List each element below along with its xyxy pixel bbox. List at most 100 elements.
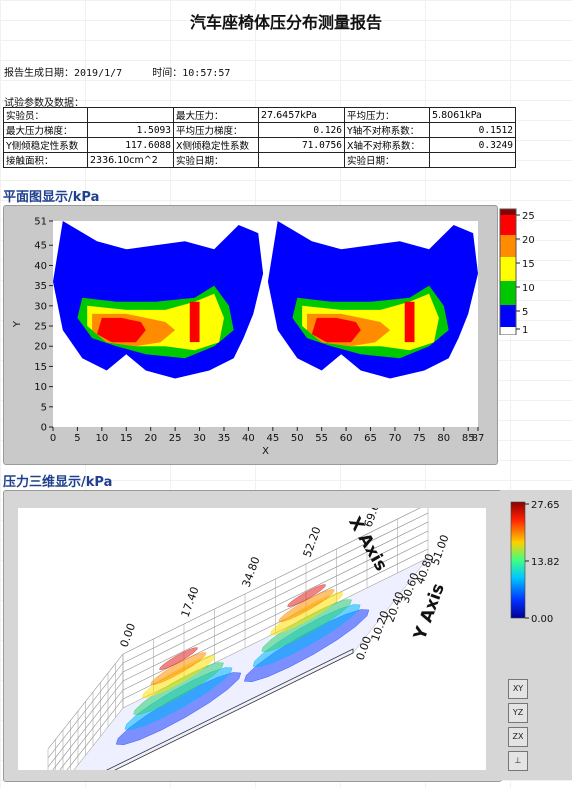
y-tick-label: 15: [34, 362, 47, 373]
colorbar-tick-label: 13.82: [531, 557, 560, 568]
x-tick-label: 20: [144, 433, 157, 444]
colorbar-tick-label: 1: [522, 325, 528, 335]
surface-plot-area[interactable]: 0.0017.4034.8052.2069.6087.000.0010.2020…: [18, 465, 486, 788]
colorbar-2d: 25 20 15 10 5 1: [499, 208, 535, 335]
section-3d-title: 压力三维显示/kPa: [3, 475, 113, 490]
colorbar-tick-label: 20: [522, 235, 535, 246]
param-label: 接触面积：: [3, 152, 88, 168]
param-label: Y轴不对称系数：: [344, 122, 430, 138]
param-value: [429, 152, 516, 168]
axes-button[interactable]: ⊥: [508, 751, 528, 771]
yz-rotate-button[interactable]: YZ: [508, 703, 528, 723]
param-label: 最大压力梯度：: [3, 122, 88, 138]
param-label: Y侧倾稳定性系数: [3, 137, 88, 153]
x-tick-label: 5: [74, 433, 80, 444]
x-tick-label: 75: [413, 433, 426, 444]
param-value: 5.8061kPa: [429, 107, 516, 123]
x-tick-label: 40: [242, 433, 255, 444]
colorbar-tick-label: 25: [522, 211, 535, 222]
param-value: 27.6457kPa: [258, 107, 345, 123]
x-axis-label: X: [262, 446, 269, 457]
zx-rotate-button[interactable]: ZX: [508, 727, 528, 747]
axes-icon: ⊥: [514, 756, 522, 765]
xy-rotate-icon: XY: [512, 684, 524, 693]
colorbar-swatch: [500, 327, 516, 335]
colorbar-tick-label: 10: [522, 283, 535, 294]
param-value: 1.5093: [87, 122, 174, 138]
param-value: 2336.10cm^2: [87, 152, 174, 168]
x-axis-tick-label: 52.20: [301, 525, 324, 559]
y-tick-label: 10: [34, 382, 47, 393]
x-tick-label: 87: [472, 433, 485, 444]
zx-rotate-icon: ZX: [512, 732, 524, 741]
y-tick-label: 45: [34, 241, 47, 252]
param-label: 平均压力：: [344, 107, 430, 123]
y-axis-tick-label: 51.00: [429, 533, 452, 567]
colorbar-gradient: [510, 501, 526, 619]
colorbar-tick-label: 27.65: [531, 500, 560, 511]
report-title: 汽车座椅体压分布测量报告: [189, 13, 382, 32]
colorbar-tick-label: 15: [522, 259, 535, 270]
heatmap-panel: 0 5 10 15 20 25 30 35 40 45 50 55 60 65 70 75 80 85 87 0 5 10…: [3, 205, 498, 465]
xy-rotate-button[interactable]: XY: [508, 679, 528, 699]
surface-svg: 0.0017.4034.8052.2069.6087.000.0010.2020…: [47, 465, 452, 788]
param-label: 平均压力梯度：: [173, 122, 259, 138]
heatmap-axes: 0 5 10 15 20 25 30 35 40 45 50 55 60 65 70 75 80 85870510…: [12, 217, 485, 458]
x-tick-label: 25: [169, 433, 182, 444]
x-axis-tick-label: 17.40: [179, 585, 202, 619]
x-axis-tick-label: 0.00: [118, 622, 139, 649]
x-axis-title: X Axis: [344, 514, 391, 575]
y-tick-label: 5: [41, 402, 47, 413]
x-tick-label: 60: [340, 433, 353, 444]
param-value: 71.0756: [258, 137, 345, 153]
param-value: 0.126: [258, 122, 345, 138]
x-tick-label: 65: [364, 433, 377, 444]
x-tick-label: 80: [437, 433, 450, 444]
x-tick-label: 15: [120, 433, 133, 444]
x-tick-label: 70: [389, 433, 402, 444]
y-tick-label: 40: [34, 261, 47, 272]
x-tick-label: 35: [218, 433, 231, 444]
surface-panel: 0.0017.4034.8052.2069.6087.000.0010.2020…: [3, 465, 502, 788]
param-value: [258, 152, 345, 168]
colorbar-tick-label: 5: [522, 307, 528, 318]
x-tick-label: 30: [193, 433, 206, 444]
colorbar-3d: 27.65 13.82 0.00: [510, 500, 560, 625]
param-value: [87, 107, 174, 123]
yz-rotate-icon: YZ: [512, 708, 524, 717]
y-tick-label: 20: [34, 342, 47, 353]
param-label: 最大压力：: [173, 107, 259, 123]
x-tick-label: 55: [315, 433, 328, 444]
param-label: 实验员：: [3, 107, 88, 123]
param-value: 117.6088: [87, 137, 174, 153]
param-label: X侧倾稳定性系数: [173, 137, 259, 153]
y-tick-label: 35: [34, 281, 47, 292]
param-label: 实验日期：: [173, 152, 259, 168]
y-tick-label: 51: [34, 217, 47, 228]
colorbar-swatch: [500, 235, 516, 257]
x-tick-label: 0: [50, 433, 56, 444]
param-label: 实验日期：: [344, 152, 430, 168]
section-2d-title: 平面图显示/kPa: [3, 190, 100, 205]
x-tick-label: 10: [95, 433, 108, 444]
y-axis-label: Y: [12, 320, 23, 328]
param-value: 0.1512: [429, 122, 516, 138]
params-table: 实验员： 最大压力： 27.6457kPa 平均压力： 5.8061kPa 最大压力梯度：…: [3, 107, 516, 168]
table-row: 接触面积： 2336.10cm^2 实验日期： 实验日期：: [3, 152, 516, 168]
colorbar-swatch: [500, 281, 516, 305]
colorbar-swatch: [500, 305, 516, 327]
table-row: 最大压力梯度： 1.5093 平均压力梯度： 0.126 Y轴不对称系数： 0.1512: [3, 122, 516, 138]
x-tick-label: 45: [266, 433, 279, 444]
x-tick-label: 50: [291, 433, 304, 444]
y-tick-label: 30: [34, 301, 47, 312]
surface-base: [59, 557, 429, 788]
param-label: X轴不对称系数：: [344, 137, 430, 153]
y-tick-label: 25: [34, 322, 47, 333]
table-row: Y侧倾稳定性系数 117.6088 X侧倾稳定性系数 71.0756 X轴不对称系数： 0…: [3, 137, 516, 153]
colorbar-swatch: [500, 209, 516, 215]
table-row: 实验员： 最大压力： 27.6457kPa 平均压力： 5.8061kPa: [3, 107, 516, 123]
param-value: 0.3249: [429, 137, 516, 153]
colorbar-swatch: [500, 257, 516, 281]
x-axis-tick-label: 34.80: [240, 555, 263, 589]
y-tick-label: 0: [41, 423, 47, 434]
